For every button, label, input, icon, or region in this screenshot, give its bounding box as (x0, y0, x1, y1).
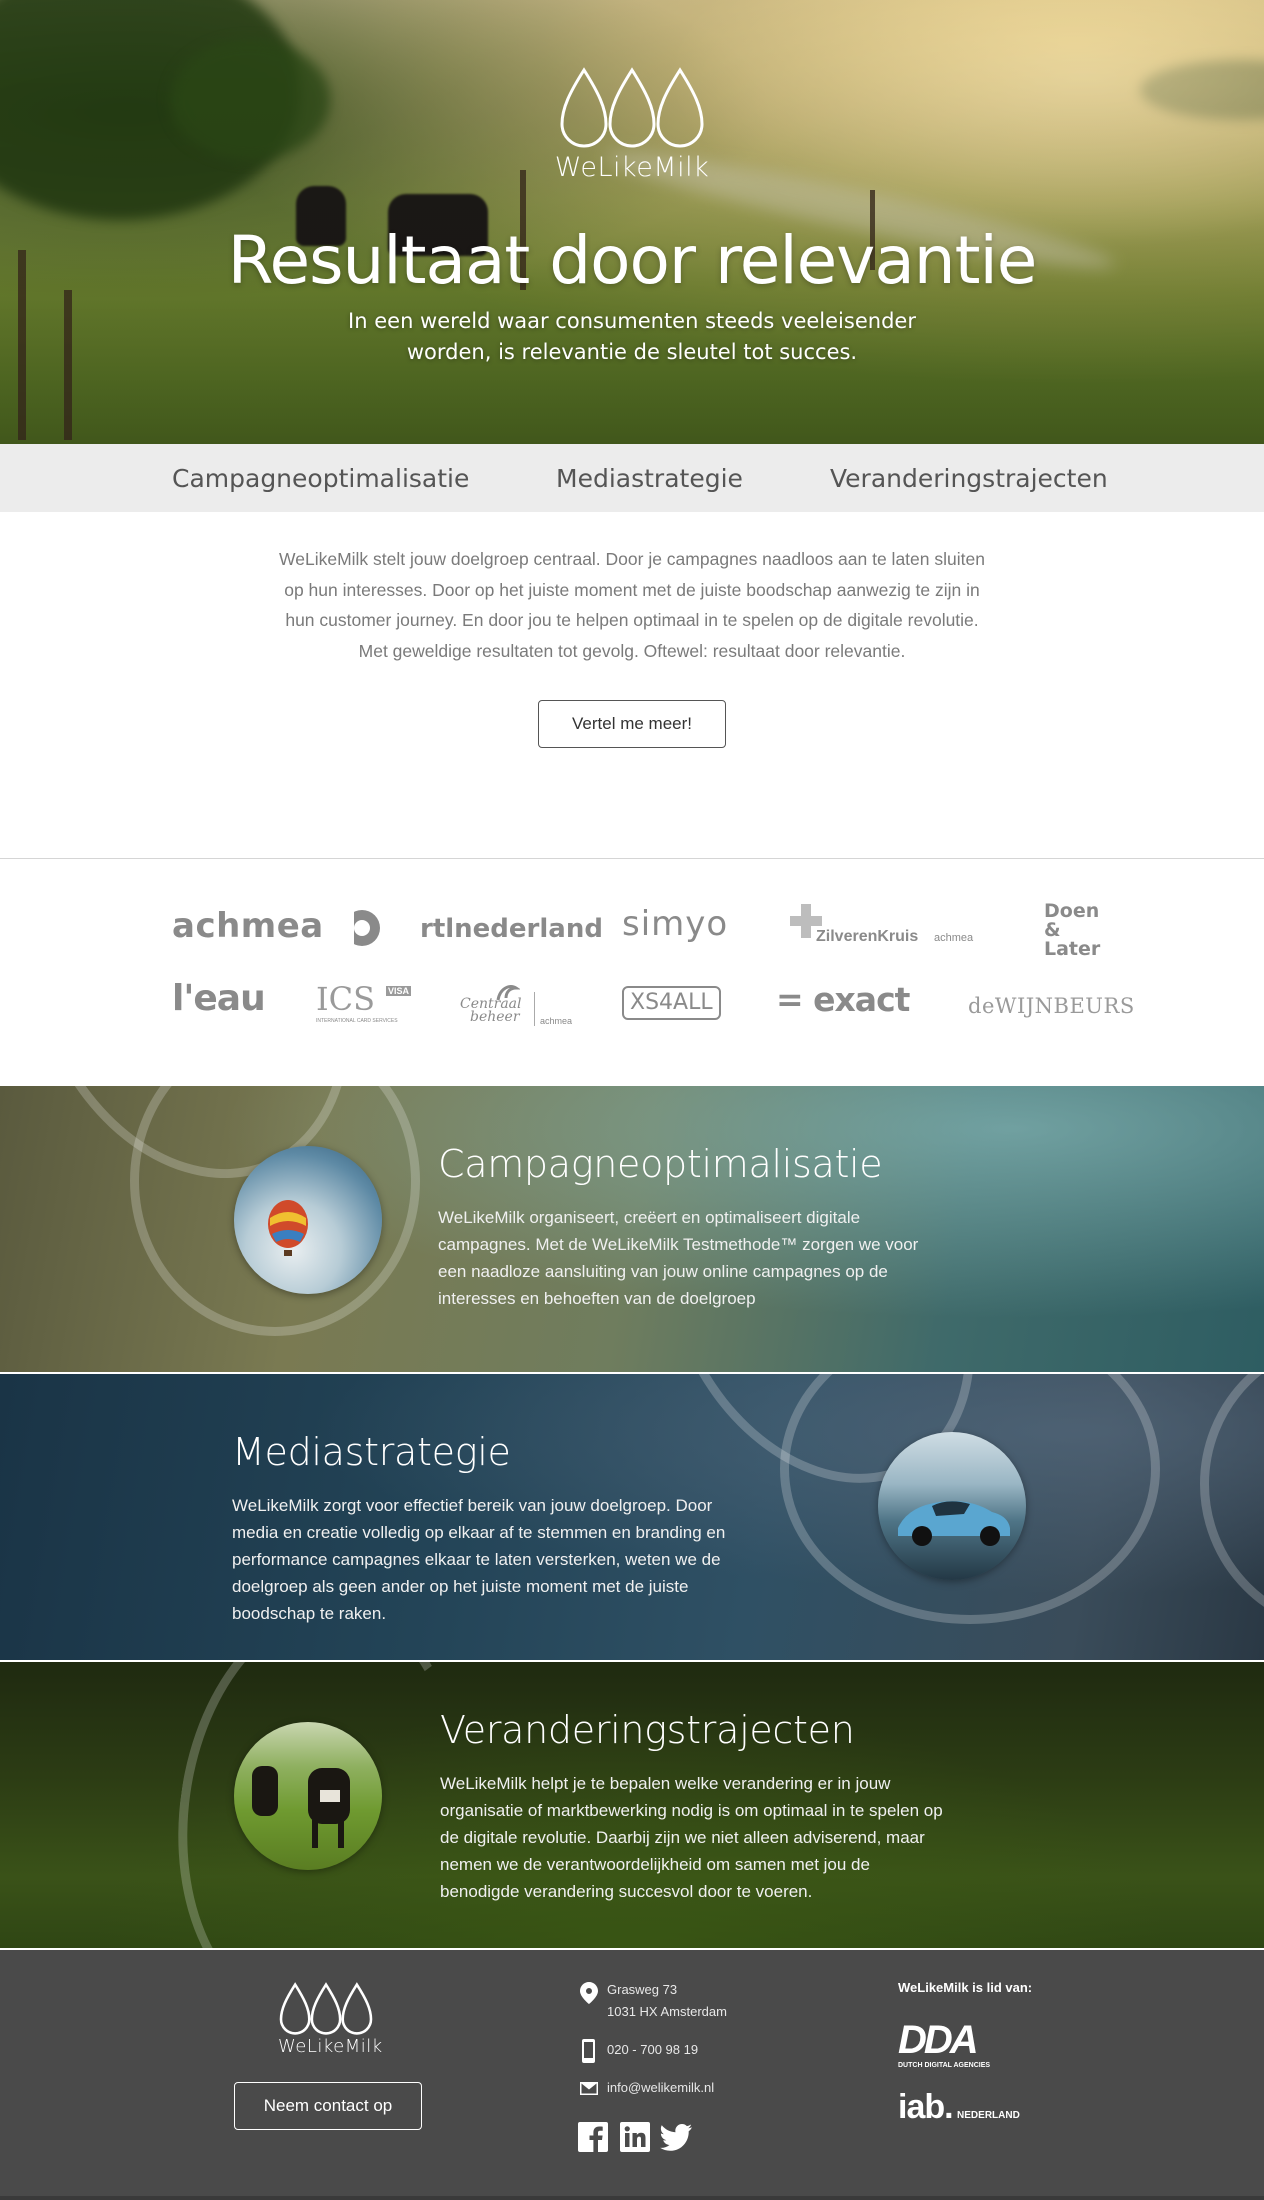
tell-me-more-button[interactable]: Vertel me meer! (538, 700, 726, 748)
client-logo-exact: = exact (776, 980, 910, 1019)
zilverenkruis-text: ZilverenKruis (816, 928, 919, 945)
feature-title: Veranderingstrajecten (440, 1708, 855, 1752)
centraal-sub: achmea (540, 1016, 573, 1026)
service-tabs: Campagneoptimalisatie Mediastrategie Ver… (0, 444, 1264, 512)
client-achmea-text: achmea (172, 906, 324, 946)
site-footer: WeLikeMilk Neem contact op Grasweg 73 10… (0, 1950, 1264, 2200)
address-line-1: Grasweg 73 (607, 1982, 678, 1997)
cows-photo (234, 1722, 382, 1870)
client-logo-ics: ICS VISA INTERNATIONAL CARD SERVICES (316, 980, 412, 1026)
mobile-phone-icon (582, 2039, 595, 2063)
client-logo-achmea: achmea (172, 906, 382, 948)
footer-brand-logo[interactable]: WeLikeMilk (278, 1982, 383, 2057)
ics-sub: INTERNATIONAL CARD SERVICES (316, 1018, 398, 1024)
client-logo-leau: l'eau (172, 978, 266, 1019)
contact-button[interactable]: Neem contact op (234, 2082, 422, 2130)
feature-text: WeLikeMilk zorgt voor effectief bereik v… (232, 1496, 726, 1623)
dda-logo[interactable]: DDA DUTCH DIGITAL AGENCIES (898, 2020, 990, 2069)
feature-text: WeLikeMilk helpt je te bepalen welke ver… (440, 1774, 943, 1901)
phone-number[interactable]: 020 - 700 98 19 (607, 2039, 698, 2061)
cows-icon (252, 1766, 350, 1848)
footer-brand-name: WeLikeMilk (278, 2036, 383, 2057)
tab-veranderingstrajecten[interactable]: Veranderingstrajecten (830, 464, 1108, 493)
iab-text: iab. (898, 2088, 954, 2126)
client-logo-xs4all: XS4ALL (622, 986, 721, 1020)
feature-title: Mediastrategie (232, 1430, 511, 1474)
footer-bottom-bar (0, 2196, 1264, 2200)
client-logo-centraal-beheer: Centraal beheer achmea (460, 982, 580, 1028)
iab-sub: NEDERLAND (957, 2110, 1020, 2121)
centraal-line2: beheer (470, 1009, 520, 1025)
ics-text: ICS (316, 980, 376, 1018)
hero-title: Resultaat door relevantie (227, 222, 1038, 299)
feature-text: WeLikeMilk organiseert, creëert en optim… (438, 1208, 919, 1308)
email-link[interactable]: info@welikemilk.nl (607, 2077, 714, 2099)
client-logo-simyo: simyo (622, 904, 729, 944)
centraal-divider (534, 992, 535, 1026)
brand-name: WeLikeMilk (554, 152, 710, 183)
client-logo-wijnbeurs: deWIJNBEURS (968, 994, 1135, 1018)
milk-drops-logo-icon (560, 67, 704, 148)
membership-title: WeLikeMilk is lid van: (898, 1980, 1033, 1995)
zilverenkruis-sub: achmea (934, 932, 974, 944)
section-divider (0, 858, 1264, 859)
hot-air-balloon-icon (268, 1200, 308, 1256)
dda-sub: DUTCH DIGITAL AGENCIES (898, 2062, 991, 2069)
client-logo-doen-later: Doen & Later (1044, 902, 1100, 959)
achmea-mark-icon (344, 909, 381, 946)
feature-mediastrategie: Mediastrategie WeLikeMilk zorgt voor eff… (0, 1374, 1264, 1660)
facebook-icon[interactable] (578, 2122, 608, 2152)
doen-line3: Later (1044, 938, 1101, 960)
iab-logo[interactable]: iab. NEDERLAND (898, 2088, 1020, 2127)
location-pin-icon (580, 1982, 598, 2004)
envelope-icon (580, 2082, 598, 2095)
intro-text: WeLikeMilk stelt jouw doelgroep centraal… (279, 549, 985, 661)
balloon-photo (234, 1146, 382, 1294)
sports-car-icon (898, 1501, 1010, 1546)
hero-subtitle: In een wereld waar consumenten steeds ve… (348, 309, 916, 364)
feature-veranderingstrajecten: Veranderingstrajecten WeLikeMilk helpt j… (0, 1662, 1264, 1948)
dda-text: DDA (898, 2018, 979, 2062)
linkedin-icon[interactable] (620, 2122, 650, 2152)
tab-mediastrategie[interactable]: Mediastrategie (556, 464, 743, 493)
hero-section: WeLikeMilk Resultaat door relevantie In … (0, 0, 1264, 444)
milk-drops-logo-icon (279, 1982, 373, 2035)
drop-shape-right (1200, 1374, 1264, 1634)
twitter-icon[interactable] (660, 2124, 692, 2151)
client-logo-rtl: rtlnederland (420, 914, 603, 944)
feature-title: Campagneoptimalisatie (438, 1142, 883, 1186)
ics-visa-badge: VISA (386, 986, 412, 996)
tab-campagneoptimalisatie[interactable]: Campagneoptimalisatie (172, 464, 469, 493)
feature-campagneoptimalisatie: Campagneoptimalisatie WeLikeMilk organis… (0, 1086, 1264, 1372)
porsche-photo (878, 1432, 1026, 1580)
brand-logo[interactable]: WeLikeMilk (550, 66, 714, 183)
address-line-2: 1031 HX Amsterdam (607, 2004, 727, 2019)
